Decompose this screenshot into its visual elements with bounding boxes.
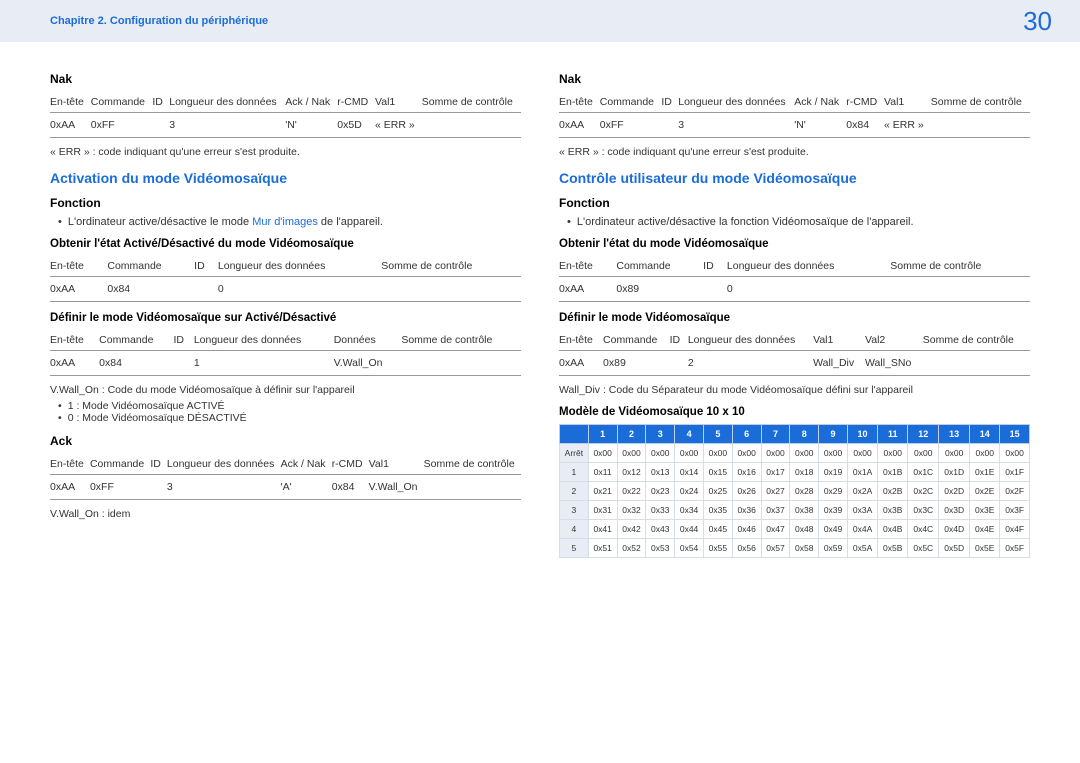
definir-table-left: En-tête Commande ID Longueur des données… bbox=[50, 330, 521, 376]
page-number: 30 bbox=[1023, 6, 1052, 37]
right-column: Nak En-tête Commande ID Longueur des don… bbox=[559, 62, 1030, 558]
definir-table-right: En-tête Commande ID Longueur des données… bbox=[559, 330, 1030, 376]
fonction-label-right: Fonction bbox=[559, 196, 1030, 210]
fonction-text-right: L'ordinateur active/désactive la fonctio… bbox=[567, 216, 1030, 228]
nak-title-right: Nak bbox=[559, 72, 1030, 86]
ack-table-left: En-tête Commande ID Longueur des données… bbox=[50, 454, 521, 500]
matrix-table: 123456789101112131415 Arrêt0x000x000x000… bbox=[559, 424, 1030, 558]
obtenir-title-right: Obtenir l'état du mode Vidéomosaïque bbox=[559, 238, 1030, 250]
err-note-left: « ERR » : code indiquant qu'une erreur s… bbox=[50, 146, 521, 158]
mur-dimages-link[interactable]: Mur d'images bbox=[252, 216, 318, 228]
mode-1: 1 : Mode Vidéomosaïque ACTIVÉ bbox=[58, 400, 521, 412]
model-title: Modèle de Vidéomosaïque 10 x 10 bbox=[559, 406, 1030, 418]
walldiv-note: Wall_Div : Code du Séparateur du mode Vi… bbox=[559, 384, 1030, 396]
mode-0: 0 : Mode Vidéomosaïque DÉSACTIVÉ bbox=[58, 412, 521, 424]
definir-title-left: Définir le mode Vidéomosaïque sur Activé… bbox=[50, 312, 521, 324]
section-controle: Contrôle utilisateur du mode Vidéomosaïq… bbox=[559, 170, 1030, 186]
obtenir-table-left: En-tête Commande ID Longueur des données… bbox=[50, 256, 521, 302]
obtenir-title-left: Obtenir l'état Activé/Désactivé du mode … bbox=[50, 238, 521, 250]
obtenir-table-right: En-tête Commande ID Longueur des données… bbox=[559, 256, 1030, 302]
section-activation: Activation du mode Vidéomosaïque bbox=[50, 170, 521, 186]
vwall-idem: V.Wall_On : idem bbox=[50, 508, 521, 520]
nak-table-left: En-tête Commande ID Longueur des données… bbox=[50, 92, 521, 138]
breadcrumb[interactable]: Chapitre 2. Configuration du périphériqu… bbox=[50, 15, 268, 27]
ack-title-left: Ack bbox=[50, 434, 521, 448]
fonction-label-left: Fonction bbox=[50, 196, 521, 210]
err-note-right: « ERR » : code indiquant qu'une erreur s… bbox=[559, 146, 1030, 158]
nak-table-right: En-tête Commande ID Longueur des données… bbox=[559, 92, 1030, 138]
definir-title-right: Définir le mode Vidéomosaïque bbox=[559, 312, 1030, 324]
fonction-text-left: L'ordinateur active/désactive le mode Mu… bbox=[58, 216, 521, 228]
vwall-note-left: V.Wall_On : Code du mode Vidéomosaïque à… bbox=[50, 384, 521, 396]
left-column: Nak En-tête Commande ID Longueur des don… bbox=[50, 62, 521, 558]
nak-title-left: Nak bbox=[50, 72, 521, 86]
page-header: Chapitre 2. Configuration du périphériqu… bbox=[0, 0, 1080, 42]
